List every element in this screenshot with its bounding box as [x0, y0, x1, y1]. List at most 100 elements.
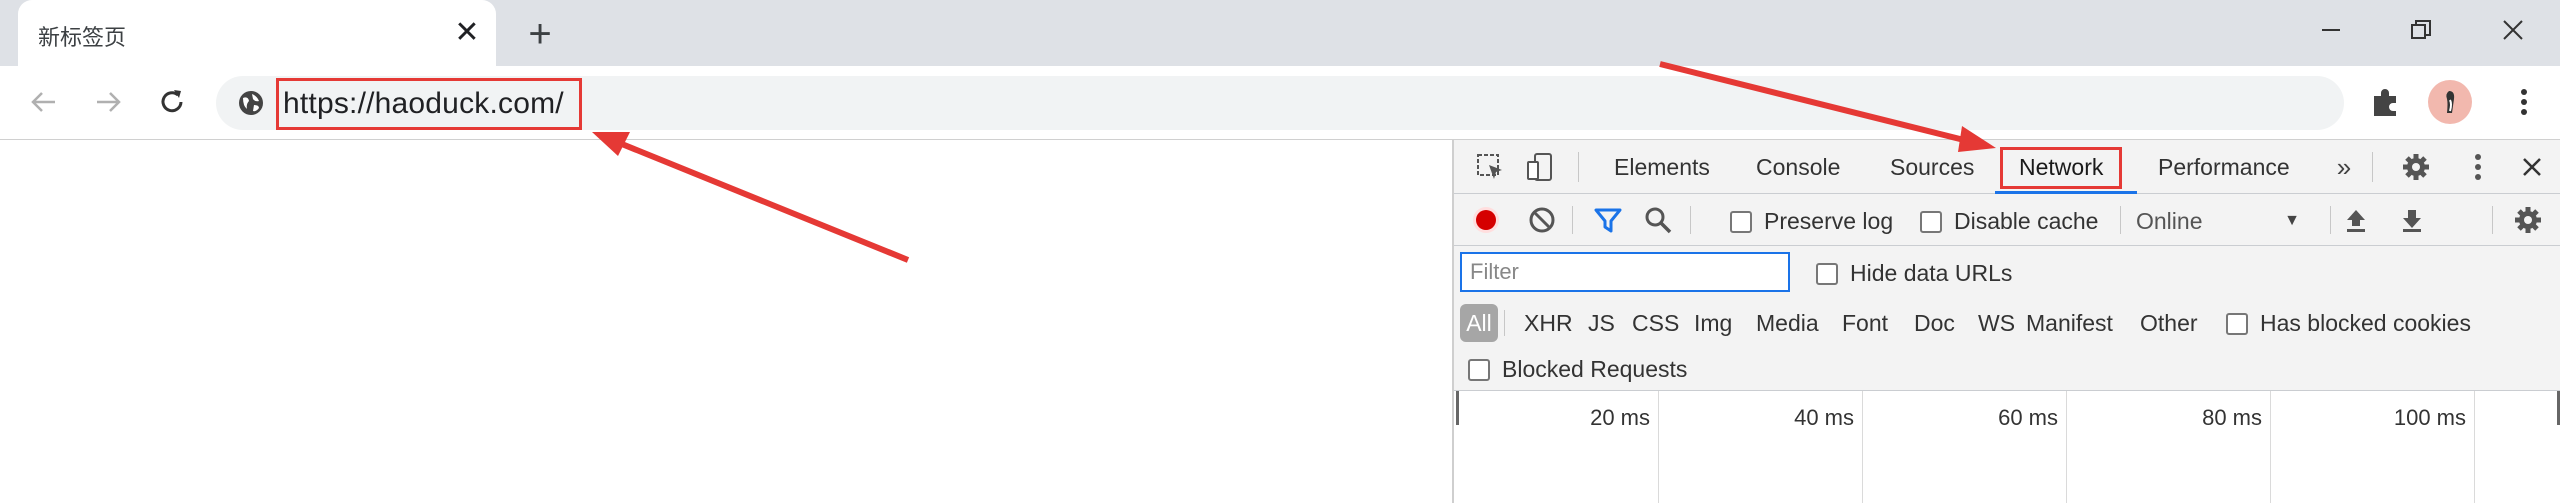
export-har-icon[interactable] — [2394, 202, 2430, 238]
type-filter-doc[interactable]: Doc — [1910, 304, 1959, 342]
type-filter-ws[interactable]: WS — [1974, 304, 2019, 342]
tab-label: Performance — [2158, 153, 2290, 180]
extensions-puzzle-icon[interactable] — [2368, 84, 2404, 120]
type-filter-img[interactable]: Img — [1690, 304, 1736, 342]
reload-icon — [161, 90, 183, 113]
network-highlight-box — [2000, 147, 2122, 189]
search-icon[interactable] — [1640, 202, 1676, 238]
type-label: Doc — [1914, 309, 1955, 336]
devtools-panel: Elements Console Sources Network Perform… — [1452, 140, 2560, 503]
type-filter-other[interactable]: Other — [2136, 304, 2202, 342]
tab-new-tab[interactable]: 新标签页 ✕ — [18, 0, 496, 66]
minimize-icon — [2322, 29, 2340, 31]
close-tab-icon[interactable]: ✕ — [449, 14, 485, 50]
close-window-button[interactable] — [2488, 8, 2538, 52]
checkbox-box[interactable] — [1920, 210, 1942, 233]
tab-console[interactable]: Console — [1756, 140, 1840, 194]
has-blocked-cookies-label: Has blocked cookies — [2260, 310, 2471, 336]
checkbox-box[interactable] — [1468, 358, 1490, 381]
type-label: WS — [1978, 309, 2016, 336]
hide-data-urls-label: Hide data URLs — [1850, 260, 2013, 286]
separator — [2330, 206, 2331, 234]
network-filter-bar: Hide data URLs All XHR JS CSS Img Media … — [1454, 246, 2560, 391]
tab-label: Elements — [1614, 153, 1710, 180]
type-filter-js[interactable]: JS — [1584, 304, 1619, 342]
network-toolbar: Preserve log Disable cache Online ▼ — [1454, 194, 2560, 246]
preserve-log-label: Preserve log — [1764, 208, 1894, 234]
checkbox-box[interactable] — [1816, 262, 1838, 285]
profile-avatar[interactable] — [2428, 80, 2472, 124]
back-button[interactable] — [24, 82, 64, 122]
timeline-tick-label: 80 ms — [2202, 405, 2262, 430]
type-filter-xhr[interactable]: XHR — [1520, 304, 1577, 342]
blocked-requests-checkbox[interactable]: Blocked Requests — [1468, 356, 1687, 383]
tab-sources[interactable]: Sources — [1890, 140, 1974, 194]
type-filter-all[interactable]: All — [1460, 304, 1498, 342]
separator — [1578, 152, 1579, 182]
separator — [1572, 206, 1573, 234]
timeline-handle-left[interactable] — [1456, 391, 1459, 425]
type-filter-manifest[interactable]: Manifest — [2022, 304, 2117, 342]
type-label: Media — [1756, 309, 1819, 336]
type-filter-css[interactable]: CSS — [1628, 304, 1683, 342]
vertical-dots-icon — [2521, 89, 2527, 115]
throttling-select[interactable]: Online ▼ — [2136, 204, 2316, 238]
record-icon[interactable] — [1468, 202, 1504, 238]
preserve-log-checkbox[interactable]: Preserve log — [1730, 208, 1893, 235]
restore-button[interactable] — [2396, 8, 2446, 52]
more-tabs-chevron-icon[interactable]: » — [2326, 149, 2362, 185]
timeline-tick-label: 20 ms — [1590, 405, 1650, 430]
address-bar[interactable]: https://haoduck.com/ — [216, 76, 2344, 130]
tab-elements[interactable]: Elements — [1614, 140, 1710, 194]
inspect-element-icon[interactable] — [1472, 149, 1508, 185]
import-har-icon[interactable] — [2338, 202, 2374, 238]
browser-menu-button[interactable] — [2504, 82, 2544, 122]
close-window-icon — [2503, 20, 2523, 40]
disable-cache-checkbox[interactable]: Disable cache — [1920, 208, 2098, 235]
type-label: Font — [1842, 309, 1889, 336]
forward-button[interactable] — [88, 82, 128, 122]
separator — [2372, 152, 2373, 182]
close-devtools-icon[interactable] — [2514, 149, 2550, 185]
type-label: Manifest — [2026, 309, 2113, 336]
devtools-menu-icon[interactable] — [2460, 149, 2496, 185]
clear-icon[interactable] — [1524, 202, 1560, 238]
reload-button[interactable] — [152, 82, 192, 122]
type-filter-media[interactable]: Media — [1752, 304, 1823, 342]
device-toolbar-icon[interactable] — [1522, 149, 1558, 185]
dropdown-triangle-icon: ▼ — [2284, 212, 2300, 229]
network-settings-gear-icon[interactable] — [2510, 202, 2546, 238]
separator — [2492, 206, 2493, 234]
forward-arrow-icon — [97, 92, 121, 112]
throttling-value: Online — [2136, 207, 2203, 234]
devtools-tab-bar: Elements Console Sources Network Perform… — [1454, 140, 2560, 194]
type-label: JS — [1588, 309, 1615, 336]
timeline-gridline — [2270, 391, 2271, 503]
filter-input[interactable] — [1460, 252, 1790, 292]
checkbox-box[interactable] — [1730, 210, 1752, 233]
filter-funnel-icon[interactable] — [1590, 202, 1626, 238]
has-blocked-cookies-checkbox[interactable]: Has blocked cookies — [2226, 310, 2471, 337]
timeline-gridline — [2066, 391, 2067, 503]
restore-icon — [2411, 20, 2431, 39]
type-filter-font[interactable]: Font — [1838, 304, 1892, 342]
url-text[interactable]: https://haoduck.com/ — [283, 87, 564, 121]
globe-icon — [239, 91, 263, 115]
avatar-figure-icon — [2446, 91, 2455, 113]
tab-performance[interactable]: Performance — [2158, 140, 2290, 194]
network-timeline-overview[interactable]: 20 ms 40 ms 60 ms 80 ms 100 ms — [1454, 391, 2560, 503]
new-tab-button[interactable]: + — [518, 12, 562, 56]
back-arrow-icon — [31, 92, 55, 112]
url-highlight-box: https://haoduck.com/ — [276, 78, 582, 130]
minimize-button[interactable] — [2306, 8, 2356, 52]
tab-strip: 新标签页 ✕ + — [0, 0, 2560, 66]
hide-data-urls-checkbox[interactable]: Hide data URLs — [1816, 260, 2012, 287]
browser-toolbar: https://haoduck.com/ — [0, 66, 2560, 140]
timeline-gridline — [1658, 391, 1659, 503]
type-label: XHR — [1524, 309, 1573, 336]
timeline-gridline — [1862, 391, 1863, 503]
settings-gear-icon[interactable] — [2398, 149, 2434, 185]
blocked-requests-label: Blocked Requests — [1502, 356, 1688, 382]
page-content — [0, 140, 1452, 503]
checkbox-box[interactable] — [2226, 312, 2248, 335]
